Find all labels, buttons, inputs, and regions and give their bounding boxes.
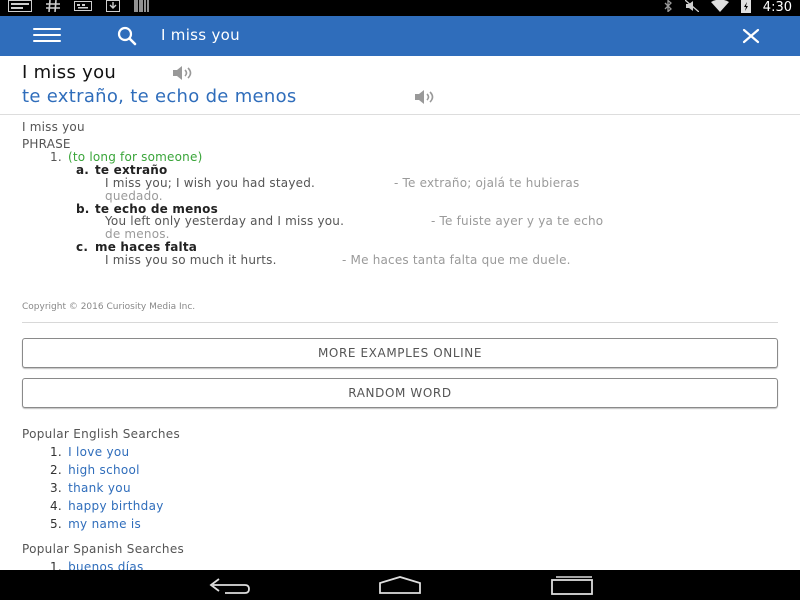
- divider: [0, 114, 800, 115]
- wifi-icon: [710, 0, 729, 16]
- back-icon[interactable]: [205, 575, 253, 595]
- example-english: I miss you so much it hurts.: [105, 253, 277, 267]
- list-number: 4.: [50, 499, 63, 513]
- list-number: 2.: [50, 463, 63, 477]
- search-query[interactable]: I miss you: [161, 26, 240, 44]
- list-item: 1. I love you: [50, 445, 129, 459]
- speaker-icon[interactable]: [171, 65, 197, 81]
- list-number: 3.: [50, 481, 63, 495]
- example-spanish-continued: de menos.: [105, 227, 170, 241]
- menu-icon[interactable]: [33, 28, 61, 44]
- barcode-icon: [134, 0, 150, 16]
- list-item: 2. high school: [50, 463, 140, 477]
- news-app-icon: [8, 0, 32, 16]
- example-spanish: - Me haces tanta falta que me duele.: [342, 253, 571, 267]
- translation: te extraño, te echo de menos: [22, 86, 297, 107]
- popular-search-link[interactable]: I love you: [68, 445, 129, 459]
- speaker-icon[interactable]: [413, 89, 439, 105]
- example-spanish-continued: quedado.: [105, 189, 163, 203]
- sense-gloss: (to long for someone): [68, 150, 203, 164]
- status-bar: 4:30: [0, 0, 800, 16]
- download-icon: [106, 0, 120, 16]
- subsense-letter: c.: [76, 240, 89, 254]
- headword: I miss you: [22, 62, 117, 83]
- close-icon[interactable]: [740, 25, 762, 47]
- popular-search-link[interactable]: high school: [68, 463, 140, 477]
- keyboard-icon: [74, 0, 92, 16]
- clock: 4:30: [762, 0, 792, 15]
- subsense-letter: b.: [76, 202, 90, 216]
- popular-search-link[interactable]: my name is: [68, 517, 141, 531]
- more-examples-button[interactable]: MORE EXAMPLES ONLINE: [22, 338, 778, 368]
- list-item: 4. happy birthday: [50, 499, 164, 513]
- example-english: I miss you; I wish you had stayed.: [105, 176, 316, 190]
- hashtag-icon: [46, 0, 60, 16]
- sense-number: 1.: [50, 150, 62, 164]
- list-number: 1.: [50, 445, 63, 459]
- home-icon[interactable]: [376, 575, 424, 595]
- popular-search-link[interactable]: thank you: [68, 481, 131, 495]
- part-of-speech: PHRASE: [22, 137, 71, 151]
- example-english: You left only yesterday and I miss you.: [105, 214, 345, 228]
- recent-apps-icon[interactable]: [548, 575, 596, 595]
- subsense-letter: a.: [76, 163, 90, 177]
- popular-search-link[interactable]: happy birthday: [68, 499, 164, 513]
- bluetooth-icon: [663, 0, 673, 16]
- popular-english-title: Popular English Searches: [22, 427, 181, 441]
- mute-icon: [684, 0, 700, 16]
- search-icon[interactable]: [116, 25, 138, 47]
- list-item: 3. thank you: [50, 481, 131, 495]
- divider: [22, 322, 778, 323]
- example-spanish: - Te fuiste ayer y ya te echo: [431, 214, 604, 228]
- app-bar: I miss you: [0, 16, 800, 56]
- list-item: 5. my name is: [50, 517, 141, 531]
- definition-title: I miss you: [22, 120, 85, 134]
- popular-spanish-title: Popular Spanish Searches: [22, 542, 185, 556]
- copyright-text: Copyright © 2016 Curiosity Media Inc.: [22, 302, 196, 312]
- subsense-term: te extraño: [95, 163, 168, 177]
- subsense-term: me haces falta: [95, 240, 198, 254]
- random-word-button[interactable]: RANDOM WORD: [22, 378, 778, 408]
- list-number: 5.: [50, 517, 63, 531]
- battery-charging-icon: [740, 0, 751, 17]
- example-spanish: - Te extraño; ojalá te hubieras: [394, 176, 580, 190]
- navigation-bar: [0, 570, 800, 600]
